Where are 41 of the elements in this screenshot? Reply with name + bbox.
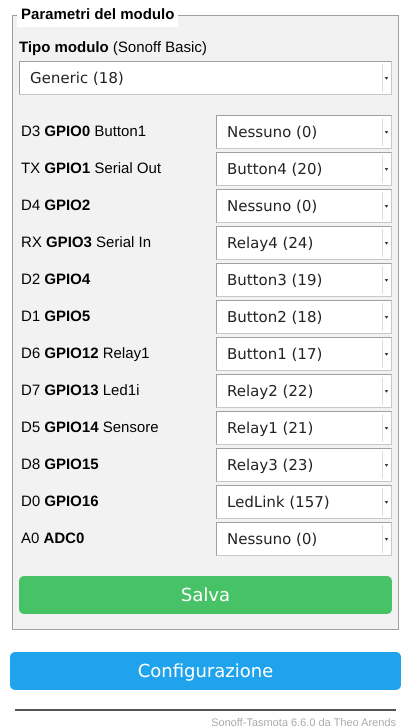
select-field[interactable]: Relay4 (24) <box>216 226 392 260</box>
gpio-label: TX GPIO1 Serial Out <box>20 158 162 179</box>
dropdown-arrow-icon <box>382 377 390 405</box>
dropdown-arrow-icon <box>382 64 390 92</box>
gpio-label: A0 ADC0 <box>20 528 84 549</box>
dropdown-arrow-icon <box>382 414 390 442</box>
select-field[interactable]: Relay2 (22) <box>216 374 392 408</box>
gpio-label: D6 GPIO12 Relay1 <box>20 344 150 364</box>
select-field[interactable]: Button3 (19) <box>216 263 392 297</box>
select-field[interactable]: Button4 (20) <box>216 152 392 186</box>
current-module-text: (Sonoff Basic) <box>112 38 207 56</box>
dropdown-arrow-icon <box>382 451 390 479</box>
gpio-label: D7 GPIO13 Led1i <box>20 380 140 401</box>
gpio-label: D4 GPIO2 <box>20 196 90 216</box>
select-field[interactable]: Button1 (17) <box>216 337 392 371</box>
dropdown-arrow-icon <box>382 155 390 183</box>
gpio-label: D5 GPIO14 Sensore <box>20 418 159 438</box>
gpio-label: D1 GPIO5 <box>20 306 90 327</box>
dropdown-arrow-icon <box>382 229 390 257</box>
gpio-label: D3 GPIO0 Button1 <box>20 122 146 142</box>
gpio-label: RX GPIO3 Serial In <box>20 232 152 253</box>
dropdown-arrow-icon <box>382 192 390 220</box>
footer-text: Sonoff-Tasmota 6.6.0 da Theo Arends <box>211 716 396 727</box>
dropdown-arrow-icon <box>382 303 390 331</box>
select-field[interactable]: Nessuno (0) <box>216 522 392 556</box>
gpio-label: D8 GPIO15 <box>20 454 99 475</box>
select-field[interactable]: Nessuno (0) <box>216 115 392 149</box>
select-field[interactable]: Generic (18) <box>19 61 392 95</box>
dropdown-arrow-icon <box>382 266 390 294</box>
gpio-label: D2 GPIO4 <box>20 270 90 290</box>
dropdown-arrow-icon <box>382 488 390 516</box>
select-field[interactable]: Relay1 (21) <box>216 411 392 445</box>
dropdown-arrow-icon <box>382 525 390 553</box>
dropdown-arrow-icon <box>382 118 390 146</box>
module-type-label: Tipo modulo <box>19 38 109 56</box>
select-field[interactable]: LedLink (157) <box>216 485 392 519</box>
select-field[interactable]: Nessuno (0) <box>216 189 392 223</box>
select-field[interactable]: Relay3 (23) <box>216 448 392 482</box>
gpio-label: D0 GPIO16 <box>20 492 99 512</box>
select-field[interactable]: Button2 (18) <box>216 300 392 334</box>
dropdown-arrow-icon <box>382 340 390 368</box>
